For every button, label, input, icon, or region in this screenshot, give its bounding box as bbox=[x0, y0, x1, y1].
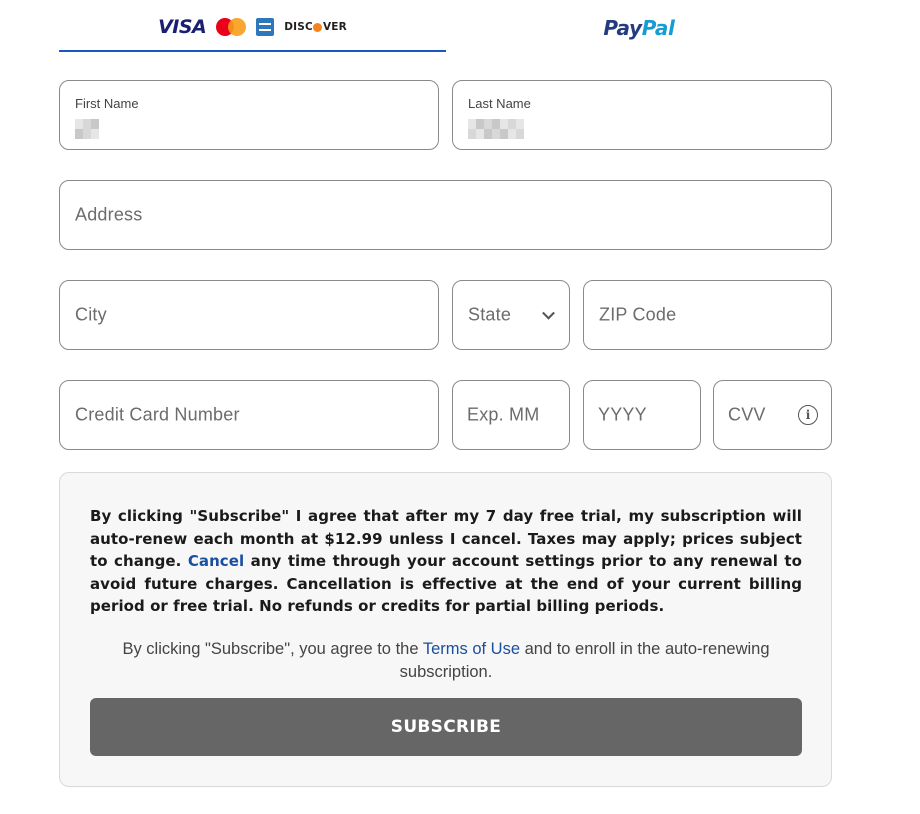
zip-code-placeholder: ZIP Code bbox=[599, 304, 677, 325]
chevron-down-icon bbox=[542, 306, 555, 320]
mastercard-logo-icon bbox=[216, 18, 247, 36]
city-field[interactable]: City bbox=[59, 280, 439, 350]
last-name-value bbox=[468, 119, 524, 139]
terms-box: By clicking "Subscribe" I agree that aft… bbox=[59, 472, 832, 787]
subscribe-button[interactable]: SUBSCRIBE bbox=[90, 698, 802, 756]
card-logos: VISA DISC VER bbox=[158, 16, 347, 38]
last-name-field[interactable]: Last Name bbox=[452, 80, 832, 150]
last-name-label: Last Name bbox=[468, 96, 531, 111]
first-name-value bbox=[75, 119, 99, 139]
cvv-field[interactable]: CVV i bbox=[713, 380, 832, 450]
discover-logo-icon: DISC VER bbox=[284, 21, 347, 33]
exp-month-field[interactable]: Exp. MM bbox=[452, 380, 570, 450]
credit-card-number-placeholder: Credit Card Number bbox=[75, 404, 240, 425]
city-placeholder: City bbox=[75, 304, 107, 325]
address-field[interactable]: Address bbox=[59, 180, 832, 250]
visa-logo-icon: VISA bbox=[158, 16, 207, 38]
auto-renew-disclosure: By clicking "Subscribe" I agree that aft… bbox=[90, 507, 803, 615]
amex-logo-icon bbox=[256, 18, 275, 36]
tab-credit-card[interactable]: VISA DISC VER bbox=[59, 0, 446, 52]
paypal-logo-icon: PayPal bbox=[603, 16, 675, 40]
tab-paypal[interactable]: PayPal bbox=[446, 0, 832, 52]
cvv-placeholder: CVV bbox=[728, 404, 766, 425]
exp-year-field[interactable]: YYYY bbox=[583, 380, 701, 450]
zip-code-field[interactable]: ZIP Code bbox=[583, 280, 832, 350]
state-placeholder: State bbox=[468, 304, 512, 325]
terms-of-use-notice: By clicking "Subscribe", you agree to th… bbox=[122, 640, 770, 681]
cancel-link[interactable]: Cancel bbox=[188, 552, 244, 570]
address-placeholder: Address bbox=[75, 204, 143, 225]
exp-month-placeholder: Exp. MM bbox=[467, 404, 540, 425]
info-icon[interactable]: i bbox=[798, 405, 818, 425]
state-select[interactable]: State bbox=[452, 280, 570, 350]
credit-card-number-field[interactable]: Credit Card Number bbox=[59, 380, 439, 450]
first-name-label: First Name bbox=[75, 96, 139, 111]
terms-of-use-link[interactable]: Terms of Use bbox=[423, 640, 520, 658]
exp-year-placeholder: YYYY bbox=[598, 404, 647, 425]
first-name-field[interactable]: First Name bbox=[59, 80, 439, 150]
